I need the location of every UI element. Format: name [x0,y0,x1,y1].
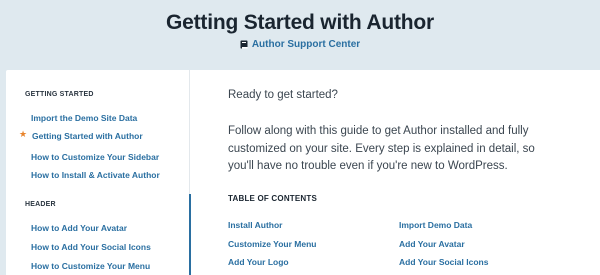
intro-text: Ready to get started? [228,89,338,101]
toc-link-customize-menu[interactable]: Customize Your Menu [228,239,316,249]
sidebar-item-import-demo-data[interactable]: Import the Demo Site Data [31,113,137,123]
sidebar-section-getting-started: GETTING STARTED [25,91,94,98]
sidebar-nav: GETTING STARTED Import the Demo Site Dat… [6,70,190,275]
sidebar-section-header: HEADER [25,201,56,208]
guide-card: GETTING STARTED Import the Demo Site Dat… [6,70,600,275]
star-icon: ★ [19,129,28,139]
page-header: Getting Started with Author Author Suppo… [0,0,600,70]
page-title: Getting Started with Author [166,11,434,34]
article-content: Ready to get started? Follow along with … [190,70,600,275]
sidebar-item-customize-menu[interactable]: How to Customize Your Menu [31,261,150,271]
book-icon [240,40,248,49]
sidebar-item-add-avatar[interactable]: How to Add Your Avatar [31,223,127,233]
sidebar-item-getting-started[interactable]: Getting Started with Author [32,131,143,141]
body-text: Follow along with this guide to get Auth… [228,125,535,172]
support-center-label: Author Support Center [251,39,361,50]
toc-heading: TABLE OF CONTENTS [228,194,318,203]
toc-link-import-demo-data[interactable]: Import Demo Data [399,220,472,230]
toc-link-add-avatar[interactable]: Add Your Avatar [399,239,465,249]
sidebar-item-add-social-icons[interactable]: How to Add Your Social Icons [31,242,151,252]
sidebar-item-customize-sidebar[interactable]: How to Customize Your Sidebar [31,152,159,162]
toc-link-install-author[interactable]: Install Author [228,220,282,230]
toc-link-add-logo[interactable]: Add Your Logo [228,257,289,267]
toc-link-add-social-icons[interactable]: Add Your Social Icons [399,257,488,267]
support-center-link[interactable]: Author Support Center [0,39,600,50]
sidebar-item-install-activate[interactable]: How to Install & Activate Author [31,170,160,180]
